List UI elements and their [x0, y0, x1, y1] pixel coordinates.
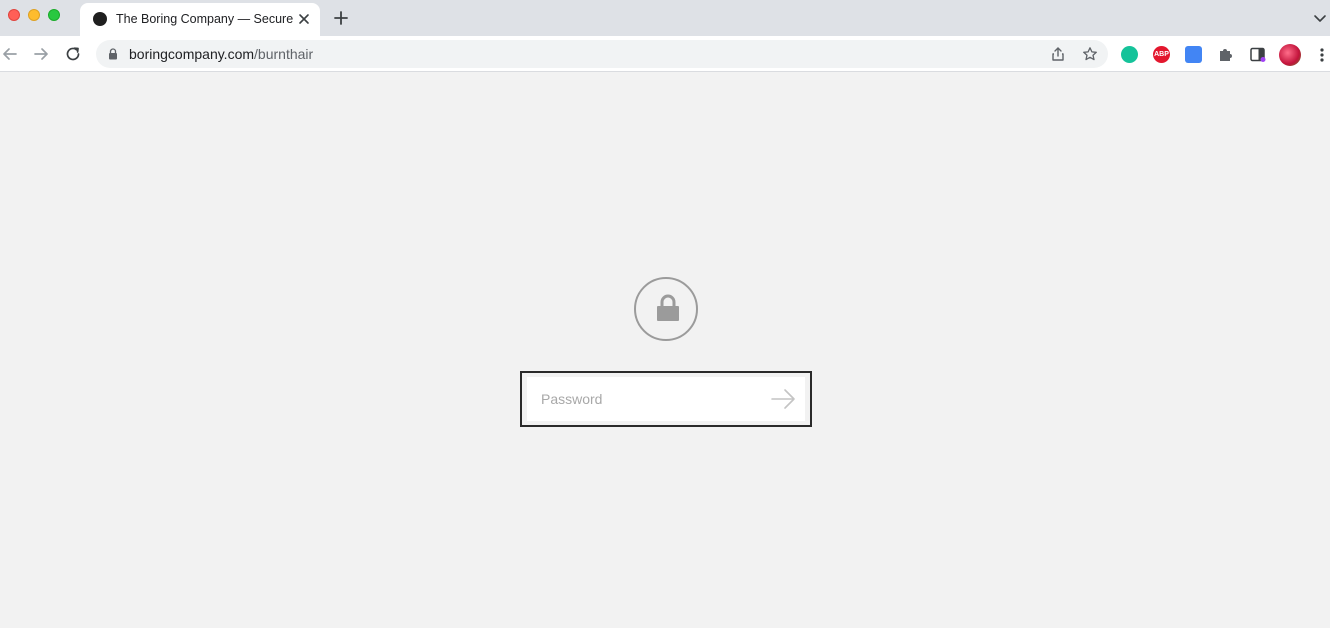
url-path: /burnthair [254, 46, 314, 62]
bookmark-star-icon[interactable] [1082, 46, 1098, 62]
grammarly-extension-icon[interactable] [1121, 46, 1138, 63]
new-tab-plus-icon[interactable] [332, 9, 350, 27]
lock-icon [657, 294, 679, 321]
secure-lock-icon[interactable] [108, 48, 118, 60]
password-form [520, 371, 812, 427]
password-input[interactable] [527, 377, 805, 421]
tab-strip: The Boring Company — Secure [0, 0, 1330, 36]
google-translate-extension-icon[interactable] [1185, 46, 1202, 63]
abp-label: ABP [1154, 51, 1169, 58]
profile-avatar[interactable] [1279, 44, 1301, 66]
back-arrow-icon[interactable] [1, 45, 19, 63]
window-minimize-button[interactable] [28, 9, 40, 21]
extensions-puzzle-icon[interactable] [1217, 46, 1234, 63]
active-tab[interactable]: The Boring Company — Secure [80, 3, 320, 36]
browser-menu-kebab-icon[interactable] [1316, 46, 1328, 64]
side-panel-icon[interactable] [1249, 46, 1266, 63]
url-text[interactable]: boringcompany.com/burnthair [129, 46, 313, 62]
url-domain: boringcompany.com [129, 46, 255, 62]
browser-toolbar: boringcompany.com/burnthair ABP [0, 36, 1330, 72]
tab-search-chevron-icon[interactable] [1312, 10, 1328, 26]
tab-title: The Boring Company — Secure [116, 12, 294, 26]
address-bar[interactable]: boringcompany.com/burnthair [96, 40, 1108, 68]
window-close-button[interactable] [8, 9, 20, 21]
share-icon[interactable] [1050, 46, 1066, 62]
site-favicon-icon [93, 12, 107, 26]
reload-icon[interactable] [64, 45, 82, 63]
adblock-plus-extension-icon[interactable]: ABP [1153, 46, 1170, 63]
lock-badge [634, 277, 698, 341]
window-maximize-button[interactable] [48, 9, 60, 21]
submit-arrow-icon[interactable] [770, 386, 796, 412]
forward-arrow-icon[interactable] [32, 45, 50, 63]
tab-close-icon[interactable] [296, 11, 312, 27]
